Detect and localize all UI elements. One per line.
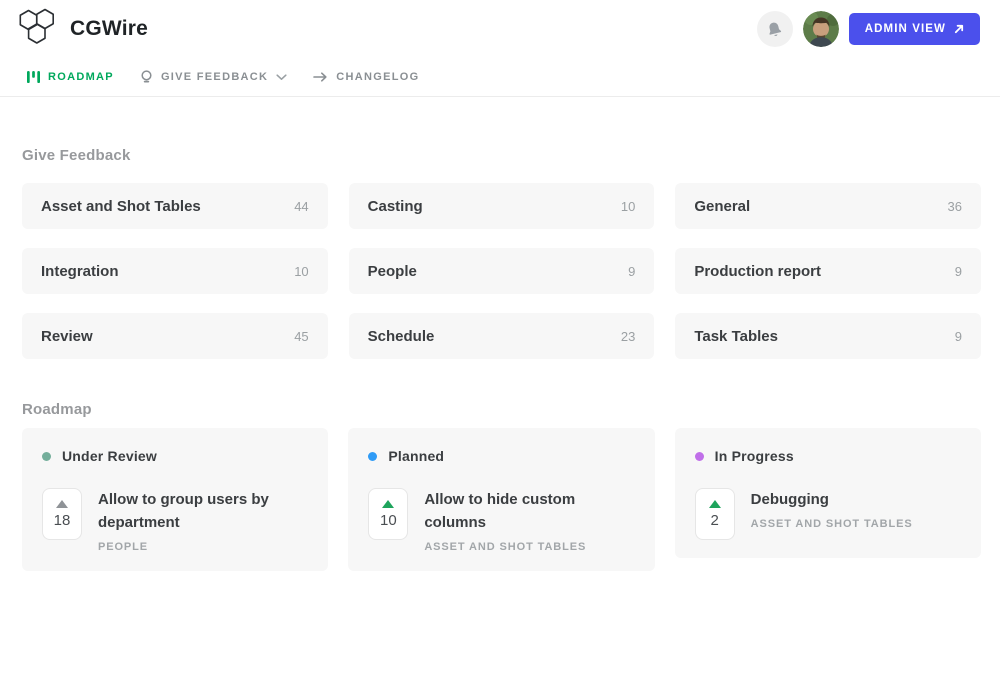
category-card-production-report[interactable]: Production report 9 [675,248,981,294]
roadmap-item[interactable]: 2 Debugging ASSET AND SHOT TABLES [695,488,961,540]
admin-view-button[interactable]: ADMIN VIEW [849,13,980,45]
upvote-arrow-icon [56,500,68,508]
category-label: Review [41,328,93,345]
lightbulb-icon [140,70,153,84]
bell-icon [764,19,785,40]
header-actions: ADMIN VIEW [757,11,980,47]
tab-changelog-label: CHANGELOG [336,71,419,83]
avatar-photo [803,11,839,47]
brand-name: CGWire [70,17,148,41]
roadmap-column-in-progress: In Progress 2 Debugging ASSET AND SHOT T… [675,428,981,558]
status-dot [368,452,377,461]
category-label: Casting [368,198,423,215]
category-card-general[interactable]: General 36 [675,183,981,229]
feedback-category-grid: Asset and Shot Tables 44 Casting 10 Gene… [22,183,981,359]
tab-give-feedback[interactable]: GIVE FEEDBACK [140,70,287,84]
category-count: 36 [948,199,962,214]
user-avatar[interactable] [803,11,839,47]
category-card-schedule[interactable]: Schedule 23 [349,313,655,359]
category-card-integration[interactable]: Integration 10 [22,248,328,294]
category-count: 44 [294,199,308,214]
app-header: CGWire [0,0,1000,58]
category-count: 10 [621,199,635,214]
status-header: Planned [368,448,634,464]
category-card-people[interactable]: People 9 [349,248,655,294]
category-card-review[interactable]: Review 45 [22,313,328,359]
vote-button[interactable]: 10 [368,488,408,540]
roadmap-section-title: Roadmap [22,401,981,419]
category-count: 9 [955,264,962,279]
idea-category: ASSET AND SHOT TABLES [751,518,913,530]
vote-button[interactable]: 18 [42,488,82,540]
roadmap-grid: Under Review 18 Allow to group users by … [22,428,981,571]
upvote-arrow-icon [709,500,721,508]
roadmap-item[interactable]: 18 Allow to group users by department PE… [42,488,308,553]
tab-roadmap[interactable]: ROADMAP [27,71,114,83]
category-count: 45 [294,329,308,344]
status-dot [695,452,704,461]
chevron-down-icon [276,74,287,81]
portal-nav: ROADMAP GIVE FEEDBACK CHANGELOG [0,58,1000,97]
category-label: People [368,263,417,280]
roadmap-columns-icon [27,71,40,83]
idea-title: Allow to hide custom columns [424,488,634,534]
category-count: 9 [628,264,635,279]
status-label: In Progress [715,448,794,464]
category-card-task-tables[interactable]: Task Tables 9 [675,313,981,359]
status-label: Planned [388,448,444,464]
vote-count: 18 [54,512,71,529]
category-label: Asset and Shot Tables [41,198,201,215]
status-label: Under Review [62,448,157,464]
tab-roadmap-label: ROADMAP [48,71,114,83]
category-count: 23 [621,329,635,344]
category-card-casting[interactable]: Casting 10 [349,183,655,229]
category-count: 9 [955,329,962,344]
roadmap-column-planned: Planned 10 Allow to hide custom columns … [348,428,654,571]
category-label: Task Tables [694,328,778,345]
arrow-up-right-icon [954,24,964,34]
category-count: 10 [294,264,308,279]
main-content: Give Feedback Asset and Shot Tables 44 C… [0,147,1000,571]
admin-view-label: ADMIN VIEW [865,23,946,35]
notifications-button[interactable] [757,11,793,47]
arrow-right-icon [313,72,328,82]
vote-count: 2 [710,512,718,529]
status-dot [42,452,51,461]
upvote-arrow-icon [382,500,394,508]
status-header: Under Review [42,448,308,464]
feedback-section-title: Give Feedback [22,147,981,165]
tab-give-feedback-label: GIVE FEEDBACK [161,71,268,83]
tab-changelog[interactable]: CHANGELOG [313,71,419,83]
idea-title: Allow to group users by department [98,488,308,534]
category-label: Schedule [368,328,435,345]
status-header: In Progress [695,448,961,464]
vote-count: 10 [380,512,397,529]
roadmap-item[interactable]: 10 Allow to hide custom columns ASSET AN… [368,488,634,553]
roadmap-column-under-review: Under Review 18 Allow to group users by … [22,428,328,571]
cgwire-logo-icon [16,7,58,52]
category-card-asset-and-shot-tables[interactable]: Asset and Shot Tables 44 [22,183,328,229]
idea-category: PEOPLE [98,541,308,553]
category-label: General [694,198,750,215]
brand[interactable]: CGWire [16,7,148,52]
idea-category: ASSET AND SHOT TABLES [424,541,634,553]
category-label: Integration [41,263,119,280]
category-label: Production report [694,263,821,280]
idea-title: Debugging [751,488,913,511]
vote-button[interactable]: 2 [695,488,735,540]
